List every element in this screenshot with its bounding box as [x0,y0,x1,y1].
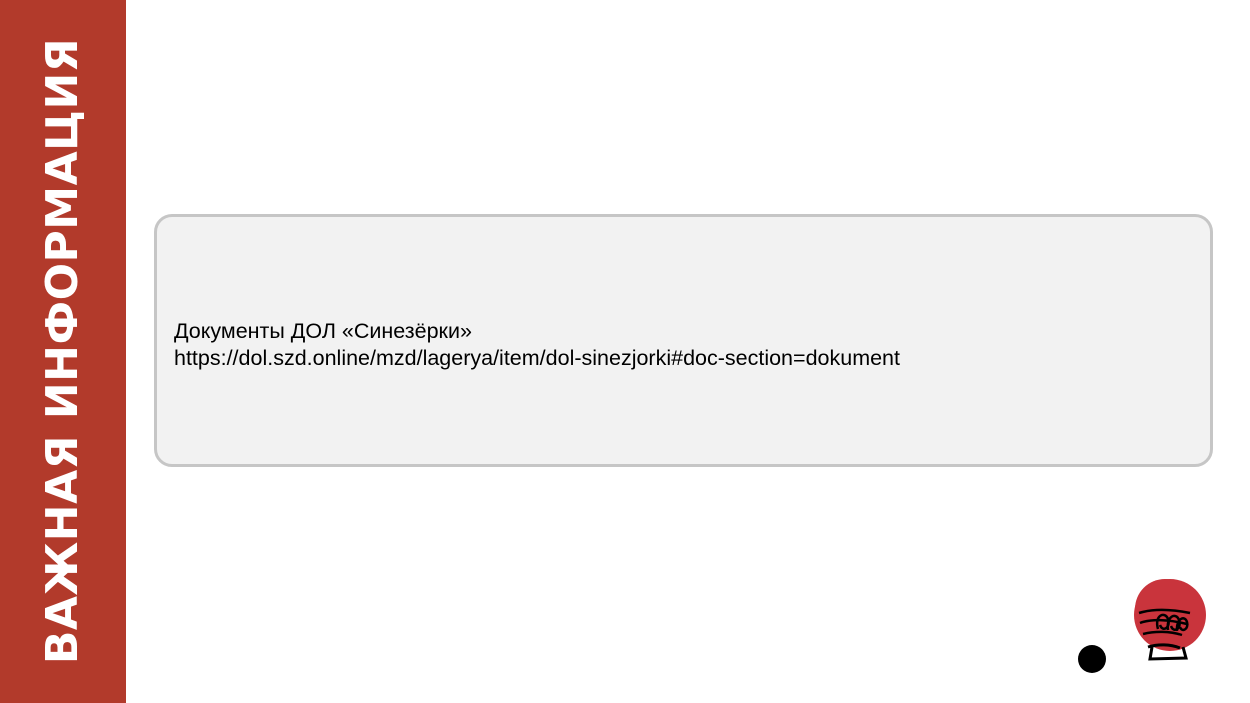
sidebar: ВАЖНАЯ ИНФОРМАЦИЯ [0,0,126,703]
corner-decoration [1078,579,1206,673]
documents-link[interactable]: https://dol.szd.online/mzd/lagerya/item/… [174,345,900,372]
black-dot-icon [1078,645,1106,673]
chef-hat-icon [1134,579,1206,661]
sidebar-title: ВАЖНАЯ ИНФОРМАЦИЯ [37,37,88,665]
documents-title: Документы ДОЛ «Синезёрки» [174,319,472,343]
info-text: Документы ДОЛ «Синезёрки» https://dol.sz… [174,318,900,372]
info-box: Документы ДОЛ «Синезёрки» https://dol.sz… [154,214,1213,467]
